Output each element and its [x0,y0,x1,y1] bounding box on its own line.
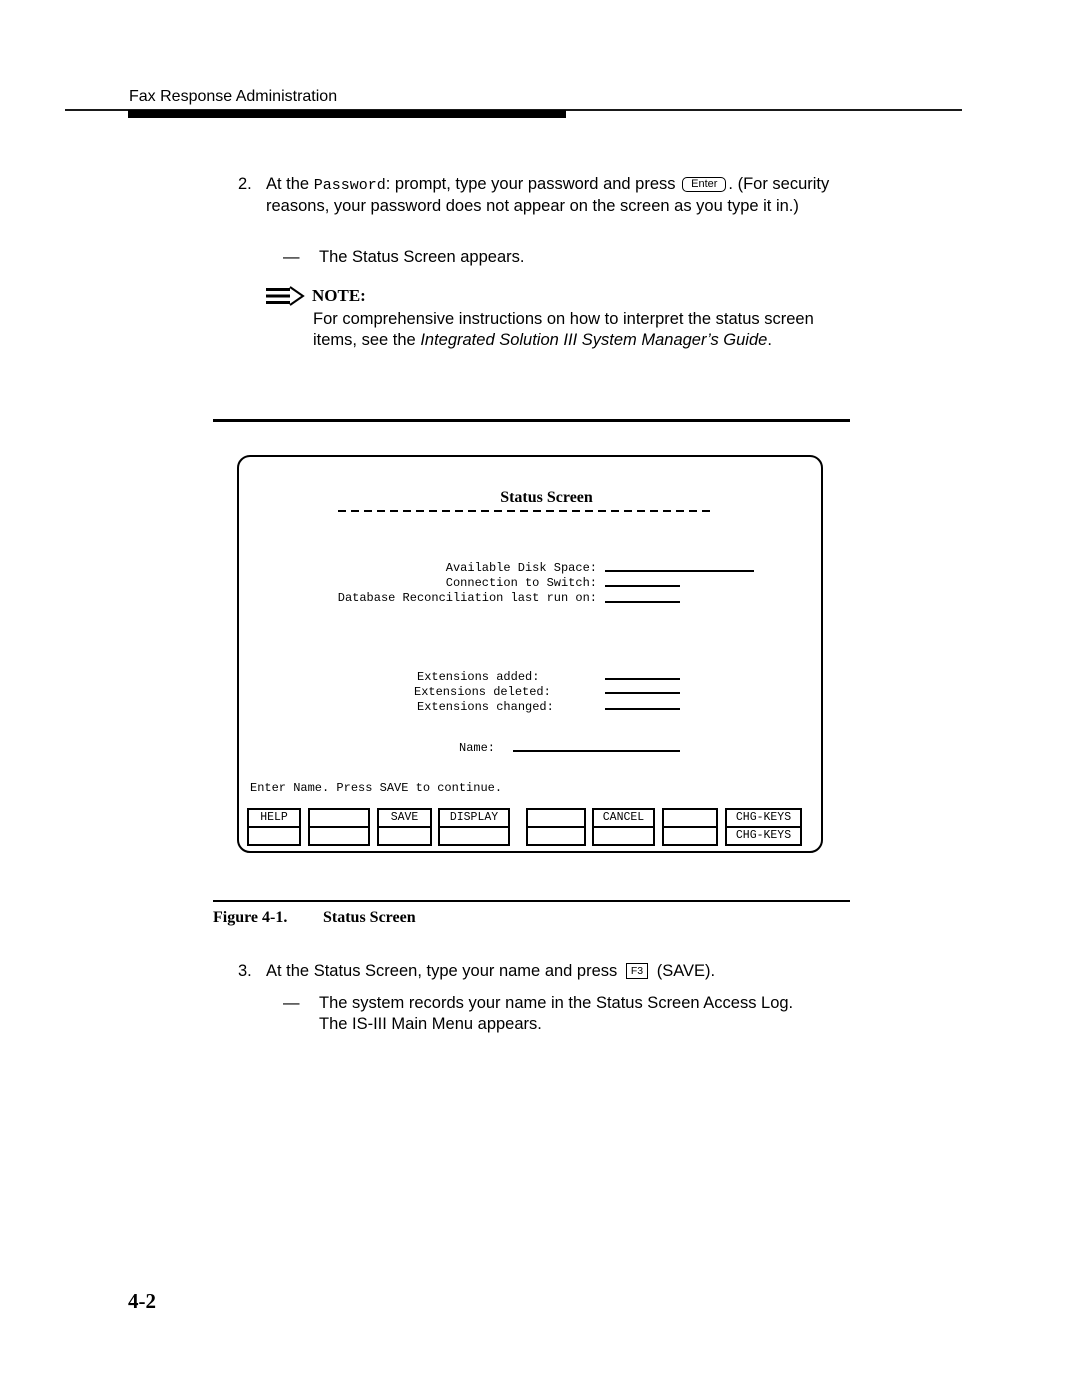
fkey-save-top[interactable]: SAVE [377,808,432,828]
fkey-chg-keys-top[interactable]: CHG-KEYS [725,808,802,828]
figure-title: Status Screen [323,909,416,926]
step-text: At the Status Screen, type your name and… [266,961,715,982]
fkey-chg-keys-bottom[interactable]: CHG-KEYS [725,826,802,846]
enter-key: Enter [682,177,727,192]
fkey-help-top[interactable]: HELP [247,808,301,828]
extensions-deleted-label: Extensions deleted: [414,685,551,699]
figure-caption: Figure 4-1. Status Screen [213,909,416,927]
extensions-changed-label: Extensions changed: [417,700,554,714]
header-rule-thick [128,110,566,118]
fkey-display-bottom[interactable] [438,826,510,846]
connection-to-switch-label: Connection to Switch: [445,576,597,590]
title-dashed-underline [338,510,710,512]
extensions-added-label: Extensions added: [417,670,540,684]
step-number: 3. [238,962,252,980]
status-screen-title: Status Screen [0,489,1080,507]
fkey-blank-5-top[interactable] [526,808,586,828]
note-arrow-icon [266,286,305,306]
note-reference: Integrated Solution III System Manager’s… [420,331,768,349]
step-text-part: At the Status Screen, type your name and… [266,962,622,980]
fkey-blank-7-top[interactable] [662,808,718,828]
fkey-save-bottom[interactable] [377,826,432,846]
screen-title-text: Status Screen [500,489,593,506]
name-input[interactable] [513,750,680,752]
fkey-display-top[interactable]: DISPLAY [438,808,510,828]
result-text: The system records your name in the Stat… [319,993,793,1035]
fkey-cancel-top[interactable]: CANCEL [592,808,655,828]
step-text-part: : prompt, type your password and press [385,175,681,193]
f3-key: F3 [625,963,649,979]
connection-to-switch-field [605,585,680,587]
step-number: 2. [238,175,252,193]
db-reconciliation-field [605,601,680,603]
name-label: Name: [459,741,496,755]
available-disk-space-field [605,570,754,572]
available-disk-space-label: Available Disk Space: [445,561,597,575]
fkey-blank-5-bottom[interactable] [526,826,586,846]
note-text: . [767,331,772,349]
extensions-added-field [605,678,680,680]
figure-number: Figure 4-1. [213,909,288,926]
fkey-blank-7-bottom[interactable] [662,826,718,846]
result-line: The IS-III Main Menu appears. [319,1015,542,1033]
em-dash: — [283,994,300,1012]
running-header-title: Fax Response Administration [129,88,338,105]
result-text: The Status Screen appears. [319,248,525,266]
step-text: At the Password: prompt, type your passw… [266,174,836,217]
step-text-part: At the [266,175,314,193]
em-dash: — [283,248,300,266]
result-line: The system records your name in the Stat… [319,994,794,1012]
extensions-changed-field [605,708,680,710]
note-body: For comprehensive instructions on how to… [313,309,833,351]
fkey-blank-2-bottom[interactable] [308,826,370,846]
step-text-part: (SAVE). [652,962,716,980]
note-label: NOTE: [312,286,366,305]
db-reconciliation-label: Database Reconciliation last run on: [337,591,597,605]
fkey-help-bottom[interactable] [247,826,301,846]
figure-bottom-rule [213,900,850,902]
extensions-deleted-field [605,692,680,694]
figure-top-rule [213,419,850,422]
fkey-cancel-bottom[interactable] [592,826,655,846]
status-message: Enter Name. Press SAVE to continue. [250,781,503,795]
fkey-blank-2-top[interactable] [308,808,370,828]
page-number: 4-2 [128,1289,156,1313]
prompt-code: Password [313,177,386,194]
